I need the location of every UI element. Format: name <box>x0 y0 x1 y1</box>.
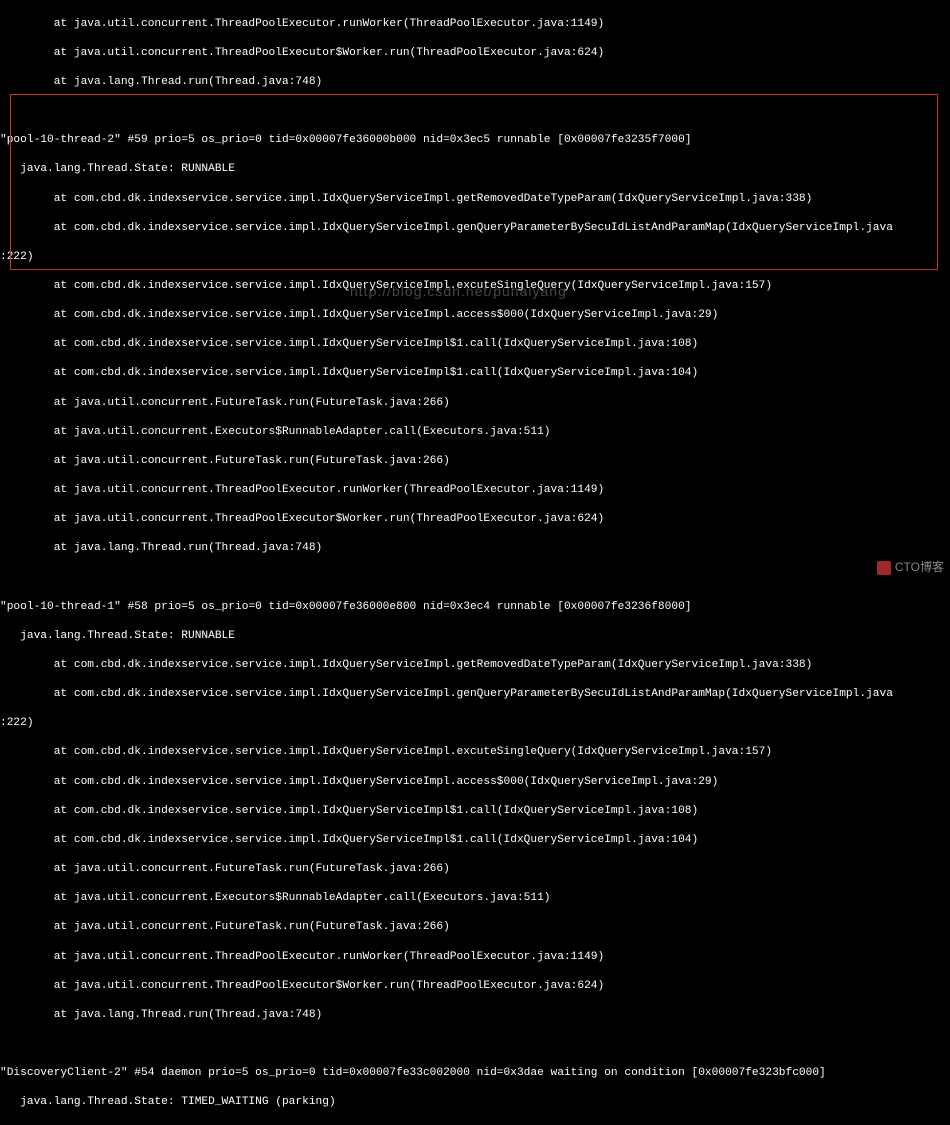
stack-line: at com.cbd.dk.indexservice.service.impl.… <box>0 192 950 207</box>
stack-line-wrap: :222) <box>0 250 950 265</box>
stack-line: at java.lang.Thread.run(Thread.java:748) <box>0 541 950 556</box>
stack-line: at java.util.concurrent.Executors$Runnab… <box>0 425 950 440</box>
stack-line: at com.cbd.dk.indexservice.service.impl.… <box>0 658 950 673</box>
blank-line <box>0 104 950 119</box>
thread-state: java.lang.Thread.State: TIMED_WAITING (p… <box>0 1095 950 1110</box>
stack-line: at java.lang.Thread.run(Thread.java:748) <box>0 75 950 90</box>
logo-icon <box>877 561 891 575</box>
thread-header: "pool-10-thread-2" #59 prio=5 os_prio=0 … <box>0 133 950 148</box>
stack-line: at java.util.concurrent.FutureTask.run(F… <box>0 862 950 877</box>
stack-line: at com.cbd.dk.indexservice.service.impl.… <box>0 308 950 323</box>
footer-watermark: CTO博客 <box>877 560 944 576</box>
stack-line: at java.util.concurrent.Executors$Runnab… <box>0 891 950 906</box>
stack-line: at java.util.concurrent.FutureTask.run(F… <box>0 396 950 411</box>
thread-header: "pool-10-thread-1" #58 prio=5 os_prio=0 … <box>0 600 950 615</box>
stack-line: at java.util.concurrent.FutureTask.run(F… <box>0 454 950 469</box>
thread-state: java.lang.Thread.State: RUNNABLE <box>0 162 950 177</box>
stack-line-wrap: :222) <box>0 716 950 731</box>
stack-line: at com.cbd.dk.indexservice.service.impl.… <box>0 337 950 352</box>
stack-line: at com.cbd.dk.indexservice.service.impl.… <box>0 833 950 848</box>
stack-line: at com.cbd.dk.indexservice.service.impl.… <box>0 804 950 819</box>
footer-text: CTO博客 <box>895 560 944 576</box>
thread-header: "DiscoveryClient-2" #54 daemon prio=5 os… <box>0 1066 950 1081</box>
blank-line <box>0 1037 950 1052</box>
stack-line: at java.util.concurrent.ThreadPoolExecut… <box>0 512 950 527</box>
stack-line: at com.cbd.dk.indexservice.service.impl.… <box>0 279 950 294</box>
stack-line: at java.util.concurrent.ThreadPoolExecut… <box>0 979 950 994</box>
thread-state: java.lang.Thread.State: RUNNABLE <box>0 629 950 644</box>
stack-line: at java.util.concurrent.ThreadPoolExecut… <box>0 483 950 498</box>
stack-line: at com.cbd.dk.indexservice.service.impl.… <box>0 221 950 236</box>
stack-line: at java.util.concurrent.FutureTask.run(F… <box>0 920 950 935</box>
stack-line: at com.cbd.dk.indexservice.service.impl.… <box>0 366 950 381</box>
blank-line <box>0 571 950 586</box>
stack-line: at java.util.concurrent.ThreadPoolExecut… <box>0 46 950 61</box>
stack-line: at com.cbd.dk.indexservice.service.impl.… <box>0 775 950 790</box>
stack-line: at java.util.concurrent.ThreadPoolExecut… <box>0 950 950 965</box>
stack-line: at com.cbd.dk.indexservice.service.impl.… <box>0 745 950 760</box>
stack-line: at java.util.concurrent.ThreadPoolExecut… <box>0 17 950 32</box>
stack-line: at com.cbd.dk.indexservice.service.impl.… <box>0 687 950 702</box>
terminal-output[interactable]: at java.util.concurrent.ThreadPoolExecut… <box>0 2 950 1125</box>
stack-line: at java.lang.Thread.run(Thread.java:748) <box>0 1008 950 1023</box>
